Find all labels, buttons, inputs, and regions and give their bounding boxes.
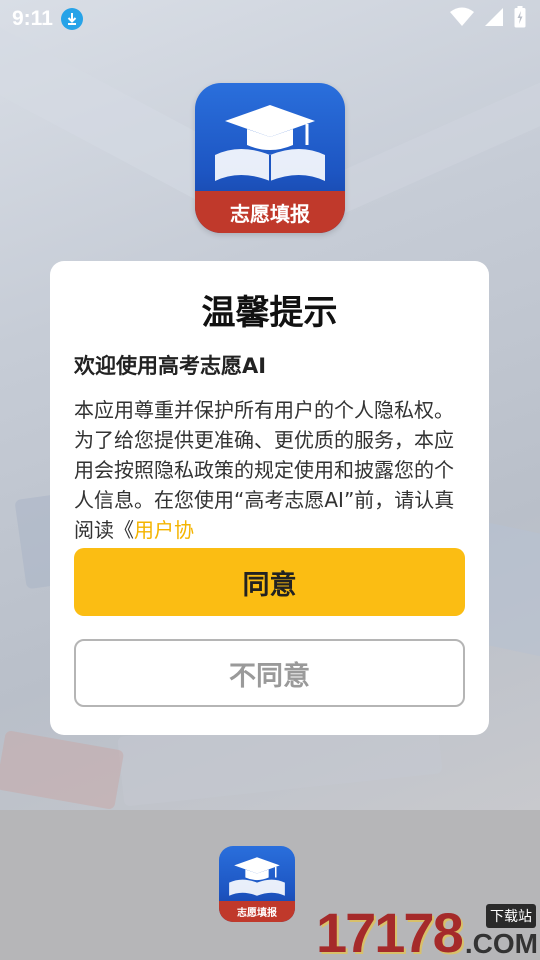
status-left: 9:11 — [12, 7, 83, 31]
graduation-cap-icon — [215, 105, 325, 181]
privacy-dialog: 温馨提示 欢迎使用高考志愿AI 本应用尊重并保护所有用户的个人隐私权。为了给您提… — [50, 261, 489, 735]
graduation-cap-icon — [229, 857, 285, 896]
agree-button[interactable]: 同意 — [74, 548, 465, 616]
dialog-body[interactable]: 本应用尊重并保护所有用户的个人隐私权。为了给您提供更准确、更优质的服务，本应用会… — [74, 395, 465, 543]
app-logo-small: 志愿填报 — [219, 846, 295, 922]
app-logo-label: 志愿填报 — [195, 191, 345, 233]
battery-icon — [514, 6, 526, 32]
status-time: 9:11 — [12, 7, 53, 30]
status-right — [450, 6, 526, 32]
background-decoration — [0, 730, 125, 810]
wifi-icon — [450, 7, 474, 31]
disagree-button[interactable]: 不同意 — [74, 639, 465, 707]
user-agreement-link[interactable]: 用户协 — [134, 518, 194, 542]
signal-icon — [484, 7, 504, 31]
dialog-subtitle: 欢迎使用高考志愿AI — [74, 354, 267, 378]
app-logo-small-label: 志愿填报 — [219, 900, 295, 922]
site-watermark: 17178 下载站 .COM — [316, 898, 540, 960]
watermark-suffix: .COM — [464, 928, 538, 959]
watermark-tag: 下载站 — [486, 904, 536, 928]
dialog-body-text: 本应用尊重并保护所有用户的个人隐私权。为了给您提供更准确、更优质的服务，本应用会… — [74, 398, 455, 542]
dialog-title: 温馨提示 — [201, 293, 338, 333]
status-bar: 9:11 — [0, 0, 540, 38]
app-logo: 志愿填报 — [195, 83, 345, 233]
watermark-number: 17178 — [316, 901, 464, 960]
download-icon — [60, 8, 83, 30]
